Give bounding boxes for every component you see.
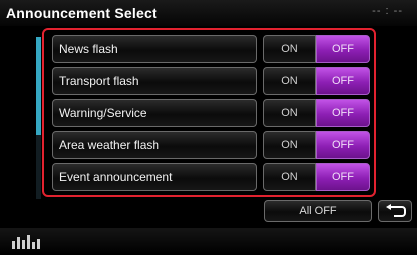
list-item-warning-service: Warning/Service ON OFF	[52, 99, 372, 127]
warning-service-off-button[interactable]: OFF	[316, 99, 370, 127]
news-flash-on-button[interactable]: ON	[263, 35, 316, 63]
equalizer-button[interactable]	[10, 232, 50, 250]
area-weather-flash-label[interactable]: Area weather flash	[52, 131, 257, 159]
list-item-area-weather-flash: Area weather flash ON OFF	[52, 131, 372, 159]
footer-bar	[0, 228, 417, 254]
equalizer-bars-icon	[12, 235, 40, 249]
header-bar: Announcement Select -- : --	[0, 0, 417, 26]
event-announcement-off-button[interactable]: OFF	[316, 163, 370, 191]
scrollbar-thumb[interactable]	[36, 37, 41, 135]
clock-display: -- : --	[372, 5, 403, 17]
area-weather-flash-on-button[interactable]: ON	[263, 131, 316, 159]
back-button[interactable]	[378, 200, 412, 222]
warning-service-on-button[interactable]: ON	[263, 99, 316, 127]
scrollbar[interactable]	[36, 37, 41, 199]
area-weather-flash-off-button[interactable]: OFF	[316, 131, 370, 159]
transport-flash-label[interactable]: Transport flash	[52, 67, 257, 95]
all-off-button[interactable]: All OFF	[264, 200, 372, 222]
event-announcement-on-button[interactable]: ON	[263, 163, 316, 191]
transport-flash-off-button[interactable]: OFF	[316, 67, 370, 95]
news-flash-off-button[interactable]: OFF	[316, 35, 370, 63]
transport-flash-on-button[interactable]: ON	[263, 67, 316, 95]
list-item-transport-flash: Transport flash ON OFF	[52, 67, 372, 95]
list-item-news-flash: News flash ON OFF	[52, 35, 372, 63]
warning-service-label[interactable]: Warning/Service	[52, 99, 257, 127]
screen-title: Announcement Select	[6, 5, 157, 21]
return-arrow-icon	[386, 204, 406, 217]
event-announcement-label[interactable]: Event announcement	[52, 163, 257, 191]
list-item-event-announcement: Event announcement ON OFF	[52, 163, 372, 191]
news-flash-label[interactable]: News flash	[52, 35, 257, 63]
